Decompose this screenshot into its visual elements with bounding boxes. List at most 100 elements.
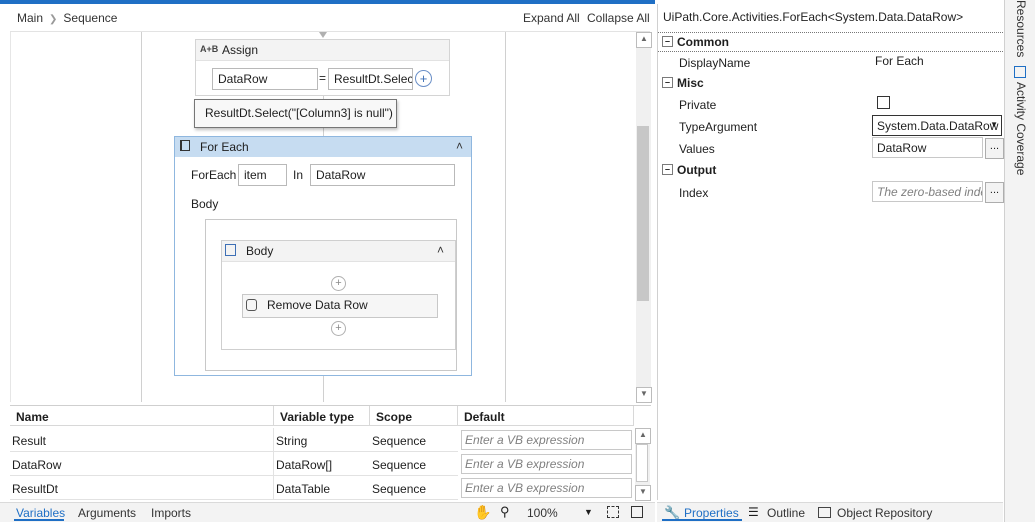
tab-outline[interactable]: Outline (767, 506, 805, 520)
category-output[interactable]: – Output (658, 161, 1003, 179)
zoom-dropdown-icon[interactable]: ▼ (584, 507, 593, 517)
scroll-up-icon[interactable]: ▲ (636, 32, 652, 48)
variable-name[interactable]: ResultDt (10, 476, 274, 500)
tab-resources[interactable]: Resources (1014, 0, 1028, 57)
sequence-icon (225, 244, 236, 256)
assign-equals: = (319, 71, 327, 85)
add-activity-icon[interactable]: + (331, 321, 346, 336)
category-label: Common (677, 35, 729, 49)
variable-default-input[interactable]: Enter a VB expression (461, 454, 632, 474)
outline-icon: ☰ (748, 505, 759, 519)
overview-icon[interactable] (631, 506, 643, 518)
index-input[interactable]: The zero-based index (872, 181, 983, 202)
foreach-item-input[interactable]: item (238, 164, 287, 186)
add-activity-icon[interactable]: + (331, 276, 346, 291)
property-label: TypeArgument (679, 120, 758, 134)
chevron-right-icon: ❯ (49, 14, 58, 25)
category-common[interactable]: – Common (658, 32, 1003, 52)
body-container: Body ˄ + Remove Data Row + (205, 219, 457, 371)
foreach-header[interactable]: For Each ˄ (175, 137, 471, 157)
property-label: Values (679, 142, 715, 156)
connector-line (323, 376, 324, 402)
variables-panel: Name Variable type Scope Default Result … (10, 405, 651, 501)
property-private[interactable]: Private (658, 93, 1003, 115)
property-label: Index (679, 186, 709, 200)
pan-hand-icon[interactable]: ✋ (474, 504, 491, 521)
tab-object-repository[interactable]: Object Repository (837, 506, 932, 520)
in-label: In (293, 168, 304, 182)
property-index[interactable]: Index The zero-based index ... (658, 181, 1004, 203)
zoom-icon[interactable]: ⚲ (500, 504, 510, 520)
connector-arrow-icon (319, 32, 327, 38)
variable-type[interactable]: DataTable (274, 476, 370, 500)
dropdown-arrow-icon: ▼ (990, 120, 998, 129)
collapse-icon[interactable]: ˄ (456, 139, 463, 153)
fit-to-screen-icon[interactable] (607, 506, 619, 518)
index-ellipsis-button[interactable]: ... (985, 182, 1004, 203)
variable-type[interactable]: String (274, 428, 370, 452)
values-input[interactable]: DataRow (872, 137, 983, 158)
scroll-down-icon[interactable]: ▼ (635, 485, 651, 501)
sequence-border-right (505, 32, 506, 402)
collapse-icon[interactable]: – (662, 77, 673, 88)
collapse-icon[interactable]: ˄ (437, 243, 444, 257)
column-header-scope[interactable]: Scope (370, 406, 458, 426)
breadcrumb-sequence[interactable]: Sequence (63, 11, 117, 25)
values-ellipsis-button[interactable]: ... (985, 138, 1004, 159)
variable-type[interactable]: DataRow[] (274, 452, 370, 476)
scroll-up-icon[interactable]: ▲ (635, 428, 651, 444)
tab-properties[interactable]: Properties (684, 506, 739, 520)
tab-activity-coverage[interactable]: Activity Coverage (1014, 82, 1028, 175)
properties-bottom-bar: 🔧 Properties ☰ Outline Object Repository (657, 502, 1003, 522)
variable-scope[interactable]: Sequence (370, 428, 458, 452)
column-header-default[interactable]: Default (458, 406, 634, 426)
variable-default-input[interactable]: Enter a VB expression (461, 430, 632, 450)
expression-editor-icon[interactable]: + (415, 70, 432, 87)
assign-header[interactable]: A+B Assign (196, 40, 449, 61)
assign-value-input[interactable]: ResultDt.Select (328, 68, 413, 90)
zoom-level[interactable]: 100% (527, 506, 558, 520)
property-displayname[interactable]: DisplayName For Each (658, 51, 1003, 73)
properties-title: UiPath.Core.Activities.ForEach<System.Da… (663, 10, 964, 24)
displayname-value[interactable]: For Each (875, 54, 924, 68)
database-icon (246, 299, 257, 311)
foreach-values-input[interactable]: DataRow (310, 164, 455, 186)
expand-all-button[interactable]: Expand All (523, 11, 580, 25)
assign-activity[interactable]: A+B Assign DataRow = ResultDt.Select + (195, 39, 450, 96)
variable-default-input[interactable]: Enter a VB expression (461, 478, 632, 498)
variable-name[interactable]: DataRow (10, 452, 274, 476)
body-sequence[interactable]: Body ˄ + Remove Data Row + (221, 240, 456, 350)
scroll-down-icon[interactable]: ▼ (636, 387, 652, 403)
typeargument-select[interactable]: System.Data.DataRow ▼ (872, 115, 1002, 136)
collapse-icon[interactable]: – (662, 36, 673, 47)
designer-vertical-scrollbar[interactable]: ▲ ▼ (636, 32, 652, 403)
variable-scope[interactable]: Sequence (370, 452, 458, 476)
assign-to-input[interactable]: DataRow (212, 68, 318, 90)
variable-name[interactable]: Result (10, 428, 274, 452)
column-header-name[interactable]: Name (10, 406, 274, 426)
category-misc[interactable]: – Misc (658, 74, 1003, 92)
expression-tooltip: ResultDt.Select("[Column3] is null") (194, 99, 397, 128)
remove-data-row-activity[interactable]: Remove Data Row (242, 294, 438, 318)
collapse-all-button[interactable]: Collapse All (587, 11, 650, 25)
variables-vertical-scrollbar[interactable]: ▲ ▼ (635, 428, 651, 501)
breadcrumb-main[interactable]: Main (17, 11, 43, 25)
tab-arguments[interactable]: Arguments (78, 506, 136, 520)
assign-title: Assign (222, 43, 259, 57)
foreach-activity[interactable]: For Each ˄ ForEach item In DataRow Body … (174, 136, 472, 376)
tab-variables[interactable]: Variables (16, 506, 65, 520)
tab-imports[interactable]: Imports (151, 506, 191, 520)
activity-coverage-icon (1014, 66, 1026, 78)
properties-panel: UiPath.Core.Activities.ForEach<System.Da… (657, 4, 1004, 500)
collapse-icon[interactable]: – (662, 164, 673, 175)
private-checkbox[interactable] (877, 96, 890, 109)
column-header-type[interactable]: Variable type (274, 406, 370, 426)
scroll-thumb[interactable] (637, 126, 649, 301)
body-sequence-header[interactable]: Body ˄ (222, 241, 455, 262)
body-label: Body (191, 197, 219, 211)
variable-scope[interactable]: Sequence (370, 476, 458, 500)
property-typeargument[interactable]: TypeArgument System.Data.DataRow ▼ (658, 115, 1003, 137)
scroll-thumb[interactable] (636, 444, 648, 482)
property-values[interactable]: Values DataRow ... (658, 137, 1004, 159)
foreach-icon (180, 140, 190, 151)
